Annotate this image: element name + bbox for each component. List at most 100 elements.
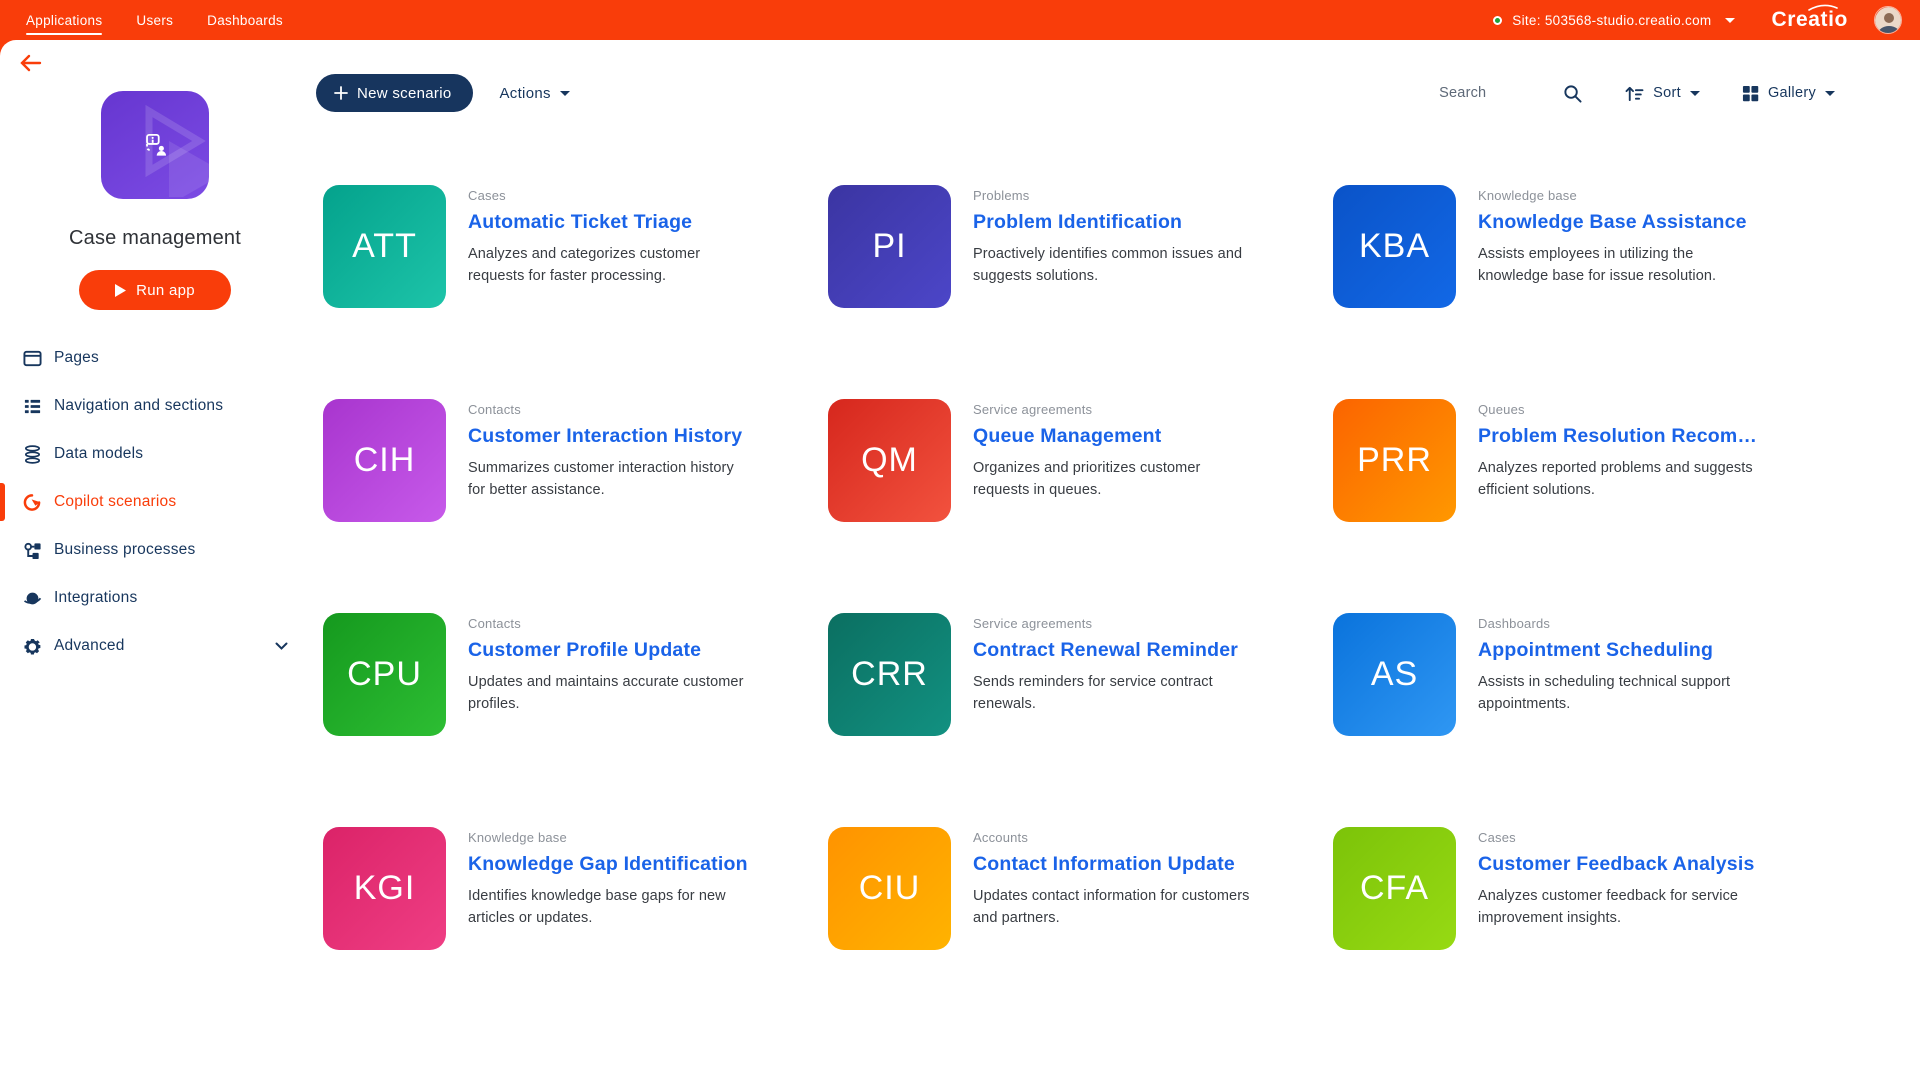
creatio-logo: Creatio bbox=[1771, 8, 1848, 32]
actions-dropdown[interactable]: Actions bbox=[499, 85, 569, 102]
scenario-tile[interactable]: CRR bbox=[828, 613, 951, 736]
new-scenario-button[interactable]: New scenario bbox=[316, 74, 473, 112]
sort-dropdown[interactable]: Sort bbox=[1624, 85, 1700, 102]
main-panel: New scenario Actions Sort bbox=[310, 40, 1920, 1080]
scenario-card[interactable]: KGI Knowledge base Knowledge Gap Identif… bbox=[323, 827, 783, 950]
navigation-icon bbox=[22, 396, 42, 416]
scenario-card[interactable]: PI Problems Problem Identification Proac… bbox=[828, 185, 1288, 308]
datamodels-icon bbox=[22, 444, 42, 464]
copilot-icon bbox=[22, 492, 42, 512]
scenario-title-link[interactable]: Contact Information Update bbox=[973, 853, 1258, 876]
scenario-description: Summarizes customer interaction history … bbox=[468, 458, 753, 502]
pages-icon bbox=[22, 348, 42, 368]
scenario-card[interactable]: CIH Contacts Customer Interaction Histor… bbox=[323, 399, 783, 522]
scenario-card[interactable]: CIU Accounts Contact Information Update … bbox=[828, 827, 1288, 950]
scenario-tile[interactable]: KBA bbox=[1333, 185, 1456, 308]
active-indicator-bar bbox=[0, 387, 5, 425]
sidebar-item-pages[interactable]: Pages bbox=[0, 334, 310, 382]
scenario-card[interactable]: KBA Knowledge base Knowledge Base Assist… bbox=[1333, 185, 1793, 308]
integrations-icon bbox=[22, 588, 42, 608]
sidebar: Case management Run app Pages Navigation… bbox=[0, 40, 310, 1080]
chevron-down-icon[interactable] bbox=[1725, 18, 1735, 23]
scenario-tile[interactable]: PRR bbox=[1333, 399, 1456, 522]
plus-icon bbox=[334, 86, 348, 100]
sidebar-item-advanced[interactable]: Advanced bbox=[0, 622, 310, 670]
scenario-title-link[interactable]: Knowledge Base Assistance bbox=[1478, 211, 1763, 234]
search-box bbox=[1439, 84, 1582, 103]
scenario-category: Cases bbox=[468, 188, 753, 203]
scenario-tile[interactable]: CIU bbox=[828, 827, 951, 950]
sidebar-item-business-processes[interactable]: Business processes bbox=[0, 526, 310, 574]
scenario-tile[interactable]: CIH bbox=[323, 399, 446, 522]
scenario-title-link[interactable]: Problem Identification bbox=[973, 211, 1258, 234]
sidebar-item-integrations[interactable]: Integrations bbox=[0, 574, 310, 622]
sidebar-item-label: Copilot scenarios bbox=[54, 493, 176, 511]
scenario-title-link[interactable]: Knowledge Gap Identification bbox=[468, 853, 753, 876]
sidebar-item-copilot-scenarios[interactable]: Copilot scenarios bbox=[0, 478, 310, 526]
top-bar: Applications Users Dashboards Site: 5035… bbox=[0, 0, 1920, 40]
scenario-category: Cases bbox=[1478, 830, 1763, 845]
scenario-category: Service agreements bbox=[973, 616, 1258, 631]
scenario-category: Queues bbox=[1478, 402, 1763, 417]
nav-applications[interactable]: Applications bbox=[26, 0, 102, 40]
scenario-card[interactable]: CFA Cases Customer Feedback Analysis Ana… bbox=[1333, 827, 1793, 950]
back-button[interactable] bbox=[20, 54, 42, 75]
nav-users[interactable]: Users bbox=[136, 0, 173, 40]
scenario-card[interactable]: CRR Service agreements Contract Renewal … bbox=[828, 613, 1288, 736]
sidebar-item-label: Advanced bbox=[54, 637, 125, 655]
scenario-card[interactable]: CPU Contacts Customer Profile Update Upd… bbox=[323, 613, 783, 736]
scenario-description: Organizes and prioritizes customer reque… bbox=[973, 458, 1258, 502]
active-indicator-bar bbox=[0, 627, 5, 665]
scenario-tile[interactable]: ATT bbox=[323, 185, 446, 308]
run-app-button[interactable]: Run app bbox=[79, 270, 231, 310]
scenario-tile[interactable]: CPU bbox=[323, 613, 446, 736]
primary-nav: Applications Users Dashboards bbox=[26, 0, 283, 40]
site-status-icon bbox=[1493, 16, 1502, 25]
play-watermark-icon bbox=[127, 97, 209, 197]
scenario-category: Accounts bbox=[973, 830, 1258, 845]
sidebar-item-label: Data models bbox=[54, 445, 143, 463]
scenario-title-link[interactable]: Contract Renewal Reminder bbox=[973, 639, 1258, 662]
advanced-icon bbox=[22, 636, 42, 656]
scenario-title-link[interactable]: Automatic Ticket Triage bbox=[468, 211, 753, 234]
sidebar-menu: Pages Navigation and sections Data model… bbox=[0, 334, 310, 670]
sidebar-item-navigation-and-sections[interactable]: Navigation and sections bbox=[0, 382, 310, 430]
scenario-grid: ATT Cases Automatic Ticket Triage Analyz… bbox=[323, 185, 1835, 950]
search-input[interactable] bbox=[1439, 85, 1535, 101]
scenario-category: Knowledge base bbox=[1478, 188, 1763, 203]
scenario-description: Analyzes and categorizes customer reques… bbox=[468, 244, 753, 288]
chevron-down-icon bbox=[1825, 91, 1835, 96]
scenario-title-link[interactable]: Customer Feedback Analysis bbox=[1478, 853, 1763, 876]
scenario-card[interactable]: QM Service agreements Queue Management O… bbox=[828, 399, 1288, 522]
scenario-tile[interactable]: QM bbox=[828, 399, 951, 522]
scenario-description: Assists employees in utilizing the knowl… bbox=[1478, 244, 1763, 288]
scenario-title-link[interactable]: Appointment Scheduling bbox=[1478, 639, 1763, 662]
site-selector[interactable]: Site: 503568-studio.creatio.com bbox=[1512, 13, 1711, 28]
sidebar-item-data-models[interactable]: Data models bbox=[0, 430, 310, 478]
nav-dashboards[interactable]: Dashboards bbox=[207, 0, 283, 40]
search-icon[interactable] bbox=[1563, 84, 1582, 103]
scenario-tile[interactable]: CFA bbox=[1333, 827, 1456, 950]
scenario-title-link[interactable]: Customer Profile Update bbox=[468, 639, 753, 662]
scenario-tile[interactable]: AS bbox=[1333, 613, 1456, 736]
scenario-description: Analyzes customer feedback for service i… bbox=[1478, 886, 1763, 930]
gallery-view-dropdown[interactable]: Gallery bbox=[1742, 85, 1835, 102]
scenario-tile[interactable]: KGI bbox=[323, 827, 446, 950]
scenario-title-link[interactable]: Queue Management bbox=[973, 425, 1258, 448]
scenario-description: Sends reminders for service contract ren… bbox=[973, 672, 1258, 716]
app-title: Case management bbox=[0, 227, 310, 250]
sidebar-item-label: Navigation and sections bbox=[54, 397, 223, 415]
scenario-description: Proactively identifies common issues and… bbox=[973, 244, 1258, 288]
scenario-title-link[interactable]: Problem Resolution Recom… bbox=[1478, 425, 1763, 448]
scenario-tile[interactable]: PI bbox=[828, 185, 951, 308]
chevron-down-icon bbox=[1690, 91, 1700, 96]
scenario-card[interactable]: ATT Cases Automatic Ticket Triage Analyz… bbox=[323, 185, 783, 308]
processes-icon bbox=[22, 540, 42, 560]
sidebar-item-label: Business processes bbox=[54, 541, 195, 559]
user-avatar[interactable] bbox=[1874, 6, 1902, 34]
gallery-grid-icon bbox=[1742, 85, 1759, 102]
scenario-card[interactable]: AS Dashboards Appointment Scheduling Ass… bbox=[1333, 613, 1793, 736]
scenario-title-link[interactable]: Customer Interaction History bbox=[468, 425, 753, 448]
scenario-card[interactable]: PRR Queues Problem Resolution Recom… Ana… bbox=[1333, 399, 1793, 522]
scenario-description: Updates contact information for customer… bbox=[973, 886, 1258, 930]
